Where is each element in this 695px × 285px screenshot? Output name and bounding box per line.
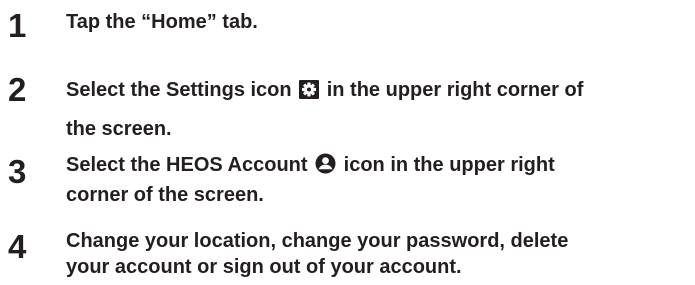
- step-text-line: Tap the “Home” tab.: [66, 11, 258, 33]
- step-text-line: your account or sign out of your account…: [66, 256, 462, 278]
- step-number: 1: [8, 7, 27, 44]
- step-text: Tap the “Home” tab.: [66, 10, 691, 34]
- step-text-before-icon: Select the HEOS Account: [66, 154, 314, 176]
- step-text-line: corner of the screen.: [66, 184, 264, 206]
- account-icon: [315, 153, 336, 182]
- step-text: Select the Settings icon in the upper ri…: [66, 72, 691, 147]
- step-text-line: Change your location, change your passwo…: [66, 230, 569, 252]
- step-number: 3: [8, 153, 27, 190]
- step-text-before-icon: Select the Settings icon: [66, 79, 298, 101]
- step-text-after-icon: icon in the upper right: [338, 154, 555, 176]
- step-number: 4: [8, 228, 27, 265]
- step-text: Change your location, change your passwo…: [66, 228, 691, 280]
- step-number: 2: [8, 71, 27, 108]
- step-text-line: Select the Settings icon in the upper ri…: [66, 72, 691, 111]
- step-text-line: the screen.: [66, 118, 172, 140]
- gear-icon: [299, 75, 320, 111]
- step-text-line: Select the HEOS Account icon in the uppe…: [66, 152, 691, 182]
- step-text-after-icon: in the upper right corner of: [321, 79, 584, 101]
- step-text: Select the HEOS Account icon in the uppe…: [66, 152, 691, 209]
